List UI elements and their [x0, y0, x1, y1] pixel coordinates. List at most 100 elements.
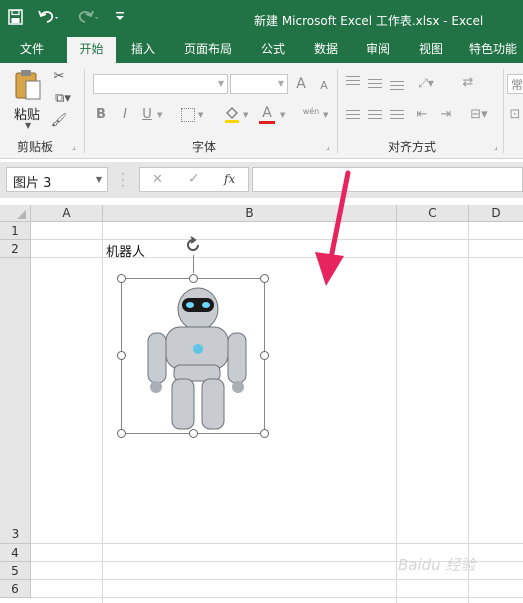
font-color-dropdown-icon[interactable]: ▼: [280, 111, 285, 119]
cell-b2[interactable]: 机器人: [106, 241, 145, 260]
paste-dropdown-icon[interactable]: ▼: [25, 121, 31, 130]
row-header-5[interactable]: 5: [0, 562, 31, 580]
font-launcher-icon[interactable]: ⌟: [326, 142, 330, 151]
number-format-combo[interactable]: 常: [507, 74, 523, 94]
top-align-icon[interactable]: [346, 76, 360, 88]
redo-icon[interactable]: [77, 8, 101, 26]
phonetic-guide-icon[interactable]: wén: [301, 104, 321, 120]
bottom-align-icon[interactable]: [390, 81, 404, 91]
resize-handle-top-left[interactable]: [117, 274, 126, 283]
ribbon-separator: [84, 69, 85, 153]
underline-button[interactable]: U: [141, 107, 153, 123]
font-size-combo[interactable]: ▼: [230, 74, 288, 94]
align-right-icon[interactable]: [390, 110, 404, 122]
italic-button[interactable]: I: [119, 107, 131, 123]
picture-selection[interactable]: [121, 278, 265, 434]
save-icon[interactable]: [8, 9, 23, 25]
watermark: Baidu 经验: [398, 556, 476, 574]
font-color-button[interactable]: A: [260, 105, 274, 121]
number-format-label: 常: [511, 78, 523, 92]
chevron-down-icon: ▼: [277, 79, 284, 88]
name-box-value: 图片 3: [13, 176, 52, 191]
bold-button[interactable]: B: [95, 107, 107, 123]
rotate-handle-icon[interactable]: [183, 235, 203, 255]
resize-handle-top-right[interactable]: [260, 274, 269, 283]
fill-color-dropdown-icon[interactable]: ▼: [243, 111, 248, 119]
column-header-b[interactable]: B: [103, 205, 397, 222]
resize-handle-bottom-right[interactable]: [260, 429, 269, 438]
tab-view[interactable]: 视图: [410, 37, 452, 63]
formula-input[interactable]: [252, 167, 523, 192]
customize-icon[interactable]: [115, 10, 125, 22]
currency-icon[interactable]: ⊡: [508, 107, 522, 123]
borders-icon[interactable]: [181, 108, 195, 122]
paste-icon[interactable]: [14, 69, 42, 101]
format-painter-icon[interactable]: 🖌: [50, 113, 68, 129]
row-header-3[interactable]: 3: [0, 258, 31, 544]
gridline: [31, 239, 523, 240]
resize-handle-bottom[interactable]: [189, 429, 198, 438]
column-header-a[interactable]: A: [31, 205, 103, 222]
column-header-c[interactable]: C: [397, 205, 469, 222]
middle-align-icon[interactable]: [368, 79, 382, 89]
tab-special[interactable]: 特色功能: [463, 37, 523, 63]
align-left-icon[interactable]: [346, 110, 360, 122]
alignment-launcher-icon[interactable]: ⌟: [494, 142, 498, 151]
tab-formulas[interactable]: 公式: [252, 37, 294, 63]
fill-color-icon[interactable]: [224, 105, 240, 123]
ribbon-tabs: 文件 开始 插入 页面布局 公式 数据 审阅 视图 特色功能: [0, 37, 523, 63]
formula-buttons: ✕ ✓ fx: [139, 167, 249, 192]
font-color-swatch: [259, 121, 275, 124]
cut-icon[interactable]: ✂: [50, 69, 68, 85]
increase-indent-icon[interactable]: ⇥: [437, 107, 455, 123]
resize-handle-bottom-left[interactable]: [117, 429, 126, 438]
select-all-corner[interactable]: [0, 205, 31, 222]
tab-home[interactable]: 开始: [67, 37, 116, 63]
phonetic-dropdown-icon[interactable]: ▼: [323, 111, 328, 119]
row-header-4[interactable]: 4: [0, 544, 31, 562]
chevron-down-icon[interactable]: ▼: [96, 175, 102, 184]
decrease-indent-icon[interactable]: ⇤: [413, 107, 431, 123]
font-name-combo[interactable]: ▼: [93, 74, 228, 94]
undo-icon[interactable]: [37, 8, 61, 26]
resize-handle-left[interactable]: [117, 351, 126, 360]
resize-handle-right[interactable]: [260, 351, 269, 360]
gridline: [31, 597, 523, 598]
formula-bar: 图片 3 ▼ · · · ✕ ✓ fx: [0, 162, 523, 198]
row-header-1[interactable]: 1: [0, 222, 31, 240]
row-header-3-label: 3: [11, 527, 20, 541]
underline-dropdown-icon[interactable]: ▼: [157, 111, 162, 119]
cancel-button[interactable]: ✕: [152, 172, 163, 187]
gridline: [31, 543, 523, 544]
align-center-icon[interactable]: [368, 110, 382, 122]
borders-dropdown-icon[interactable]: ▼: [198, 111, 203, 119]
font-group-label: 字体: [192, 140, 217, 154]
wrap-text-icon[interactable]: ⇄: [460, 75, 476, 91]
chevron-down-icon: ▼: [217, 79, 224, 88]
gridline: [31, 257, 523, 258]
row-header-2[interactable]: 2: [0, 240, 31, 258]
shrink-font-icon[interactable]: A: [318, 78, 330, 94]
clipboard-launcher-icon[interactable]: ⌟: [72, 142, 76, 151]
tab-file[interactable]: 文件: [8, 37, 56, 63]
row-header-6[interactable]: 6: [0, 580, 31, 598]
orientation-icon[interactable]: ⤢▾: [414, 75, 438, 91]
tab-insert[interactable]: 插入: [122, 37, 164, 63]
grow-font-icon[interactable]: A: [294, 76, 308, 92]
resize-handle-top[interactable]: [189, 274, 198, 283]
enter-button[interactable]: ✓: [188, 171, 200, 187]
tab-page-layout[interactable]: 页面布局: [175, 37, 241, 63]
title-bar: 新建 Microsoft Excel 工作表.xlsx - Excel: [0, 0, 523, 37]
column-header-d[interactable]: D: [469, 205, 523, 222]
worksheet: A B C D 1 2 3 4 5 6 机器人: [0, 205, 523, 603]
copy-icon[interactable]: ⧉▾: [50, 91, 76, 107]
rotate-handle-stem: [193, 255, 194, 273]
ribbon: 粘贴 ▼ ✂ ⧉▾ 🖌 剪贴板 ⌟ ▼ ▼ A A B I U ▼ ▼ ▼ A …: [0, 63, 523, 159]
gridline: [102, 222, 103, 603]
name-box[interactable]: 图片 3 ▼: [6, 167, 108, 192]
merge-center-icon[interactable]: ⊟▾: [466, 107, 492, 123]
tab-data[interactable]: 数据: [305, 37, 347, 63]
more-icon: · · ·: [121, 167, 125, 193]
insert-function-button[interactable]: fx: [224, 172, 235, 186]
tab-review[interactable]: 审阅: [357, 37, 399, 63]
